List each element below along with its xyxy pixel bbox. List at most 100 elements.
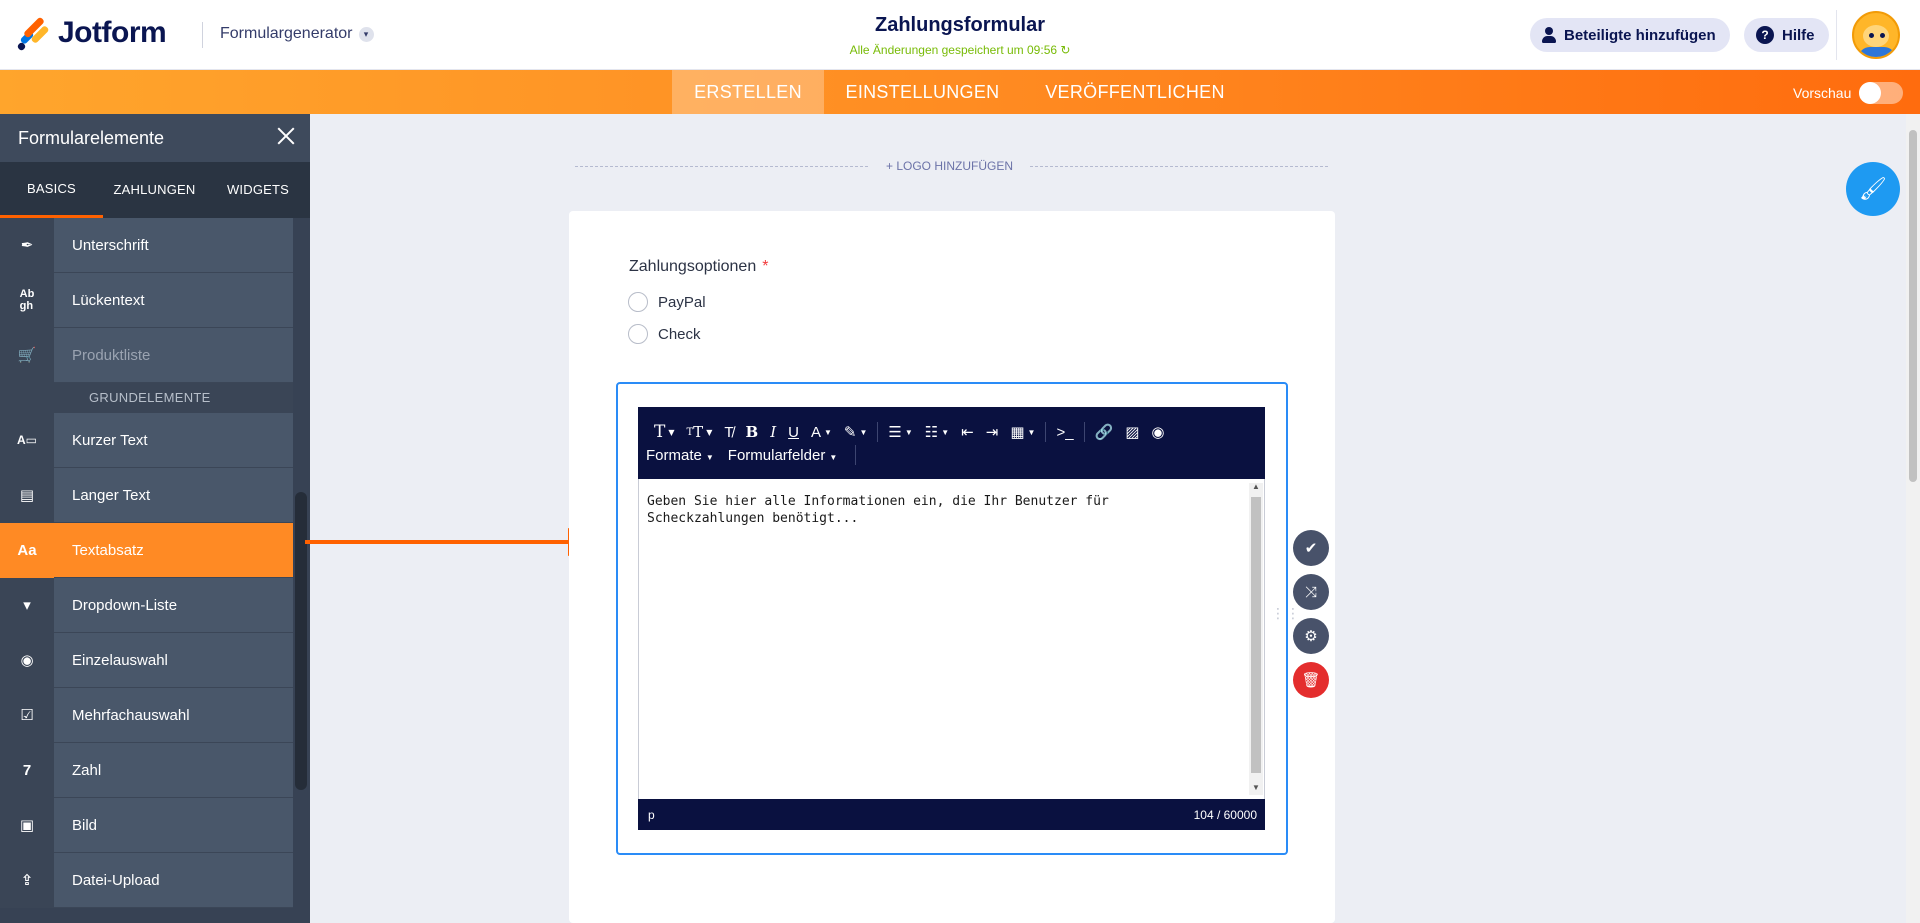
element-label: Unterschrift	[72, 236, 149, 254]
tab-widgets[interactable]: WIDGETS	[206, 162, 310, 218]
panel-tabs: BASICS ZAHLUNGEN WIDGETS	[0, 162, 310, 218]
tab-payments[interactable]: ZAHLUNGEN	[103, 162, 206, 218]
element-multiple-choice[interactable]: ☑ Mehrfachauswahl	[0, 687, 293, 743]
element-paragraph[interactable]: Aa Textabsatz	[0, 522, 293, 578]
element-dropdown[interactable]: ▾ Dropdown-Liste	[0, 577, 293, 633]
file-upload-icon: ⇪	[0, 852, 54, 908]
image-insert-icon[interactable]: ▨	[1119, 421, 1145, 443]
code-icon[interactable]: >_	[1050, 421, 1079, 443]
element-label: Einzelauswahl	[72, 651, 168, 669]
element-actions: ✔ ⤨ ⚙ 🗑	[1293, 530, 1329, 706]
saved-status: Alle Änderungen gespeichert um 09:56 ↻	[849, 43, 1071, 57]
option-check[interactable]: Check	[628, 324, 701, 344]
help-button[interactable]: ? Hilfe	[1744, 18, 1829, 52]
align-icon[interactable]: ☰ ▼	[882, 421, 918, 443]
add-logo-button[interactable]: + LOGO HINZUFÜGEN	[870, 159, 1030, 173]
form-title[interactable]: Zahlungsformular	[760, 14, 1160, 37]
long-text-icon: ▤	[0, 467, 54, 523]
tab-settings[interactable]: EINSTELLUNGEN	[830, 70, 1015, 114]
element-product-list[interactable]: 🛒 Produktliste	[0, 327, 293, 383]
font-size-icon[interactable]: T T ▼	[681, 421, 719, 443]
required-mark: *	[762, 258, 769, 275]
help-icon: ?	[1756, 26, 1774, 44]
cart-icon: 🛒	[0, 327, 54, 383]
option-label: Check	[658, 325, 701, 343]
formats-dropdown[interactable]: Formate ▼	[646, 447, 714, 464]
pen-signature-icon: ✒	[0, 217, 54, 273]
add-collaborators-button[interactable]: Beteiligte hinzufügen	[1530, 18, 1730, 52]
tab-publish[interactable]: VERÖFFENTLICHEN	[1035, 70, 1235, 114]
element-label: Bild	[72, 816, 98, 834]
question-label[interactable]: Zahlungsoptionen *	[629, 258, 768, 276]
form-designer-button[interactable]: 🖌	[1846, 162, 1900, 216]
element-fill-blank[interactable]: Ab gh Lückentext	[0, 272, 293, 328]
formats-label: Formate	[646, 446, 702, 464]
element-single-choice[interactable]: ◉ Einzelauswahl	[0, 632, 293, 688]
delete-button[interactable]: 🗑	[1293, 662, 1329, 698]
italic-icon[interactable]: I	[764, 421, 782, 443]
font-family-icon[interactable]: T ▼	[648, 421, 681, 443]
indent-icon[interactable]: ⇥	[980, 421, 1005, 443]
font-color-icon[interactable]: A ▼	[805, 421, 838, 443]
builder-navbar: ERSTELLEN EINSTELLUNGEN VERÖFFENTLICHEN …	[0, 70, 1920, 114]
bold-icon[interactable]: B	[740, 421, 765, 443]
confirm-button[interactable]: ✔	[1293, 530, 1329, 566]
shuffle-button[interactable]: ⤨	[1293, 574, 1329, 610]
element-path: p	[648, 808, 655, 822]
element-long-text[interactable]: ▤ Langer Text	[0, 467, 293, 523]
radio-button[interactable]	[628, 292, 648, 312]
panel-scrollbar[interactable]	[295, 492, 307, 790]
element-signature[interactable]: ✒ Unterschrift	[0, 217, 293, 273]
element-label: Lückentext	[72, 291, 145, 309]
form-fields-label: Formularfelder	[727, 446, 826, 464]
paragraph-text[interactable]: Geben Sie hier alle Informationen ein, d…	[647, 493, 1227, 527]
form-builder-label: Formulargenerator	[220, 25, 353, 42]
radio-button[interactable]	[628, 324, 648, 344]
scroll-up-icon[interactable]: ▲	[1252, 482, 1260, 491]
tab-create[interactable]: ERSTELLEN	[672, 70, 824, 114]
clear-format-icon[interactable]: T̸	[718, 421, 739, 443]
link-icon[interactable]: 🔗	[1089, 421, 1120, 443]
preview-eye-icon[interactable]: ◉	[1145, 421, 1170, 443]
element-image[interactable]: ▣ Bild	[0, 797, 293, 853]
tab-basics[interactable]: BASICS	[0, 162, 103, 218]
preview-control: Vorschau	[1793, 82, 1904, 104]
jotform-logo[interactable]: Jotform	[16, 16, 167, 52]
elements-list: ✒ Unterschrift Ab gh Lückentext 🛒 Produkt…	[0, 217, 293, 908]
element-short-text[interactable]: A▭ Kurzer Text	[0, 412, 293, 468]
list-icon[interactable]: ☷ ▼	[919, 421, 955, 443]
editor-statusbar: p 104 / 60000	[638, 799, 1265, 830]
toolbar-row-2: Formate ▼ Formularfelder ▼	[646, 445, 860, 465]
dropdown-icon: ▾	[0, 577, 54, 633]
element-label: Textabsatz	[72, 541, 144, 559]
element-number[interactable]: 7 Zahl	[0, 742, 293, 798]
editor-content-area[interactable]: Geben Sie hier alle Informationen ein, d…	[638, 479, 1265, 799]
help-label: Hilfe	[1782, 26, 1815, 44]
preview-toggle[interactable]	[1859, 82, 1904, 104]
settings-gear-button[interactable]: ⚙	[1293, 618, 1329, 654]
avatar[interactable]	[1852, 11, 1900, 59]
element-label: Dropdown-Liste	[72, 596, 178, 614]
close-icon[interactable]	[276, 126, 296, 146]
radio-icon: ◉	[0, 632, 54, 688]
option-paypal[interactable]: PayPal	[628, 292, 706, 312]
table-icon[interactable]: ▦ ▼	[1004, 421, 1041, 443]
number-icon: 7	[0, 742, 54, 798]
add-collaborators-label: Beteiligte hinzufügen	[1564, 26, 1716, 44]
outdent-icon[interactable]: ⇤	[955, 421, 980, 443]
editor-toolbar: T ▼ T T ▼ T̸ B I U A ▼ ✎ ▼ ☰ ▼ ☷ ▼ ⇤ ⇥ ▦ ▼ >_ 🔗 …	[638, 407, 1265, 479]
editor-scrollbar-thumb[interactable]	[1251, 497, 1261, 773]
annotation-arrow-line	[305, 540, 575, 544]
chevron-down-icon: ▾	[358, 26, 374, 42]
element-file-upload[interactable]: ⇪ Datei-Upload	[0, 852, 293, 908]
form-builder-menu[interactable]: Formulargenerator ▾	[220, 25, 374, 43]
scroll-down-icon[interactable]: ▼	[1252, 783, 1260, 792]
form-title-area: Zahlungsformular Alle Änderungen gespeic…	[760, 14, 1160, 57]
panel-header: Formularelemente	[0, 114, 310, 162]
form-fields-dropdown[interactable]: Formularfelder ▼	[728, 447, 837, 464]
underline-icon[interactable]: U	[782, 421, 805, 443]
highlight-icon[interactable]: ✎ ▼	[838, 421, 874, 443]
element-label: Produktliste	[72, 346, 151, 364]
jotform-logo-mark	[16, 16, 50, 52]
page-scrollbar-thumb[interactable]	[1909, 130, 1917, 482]
